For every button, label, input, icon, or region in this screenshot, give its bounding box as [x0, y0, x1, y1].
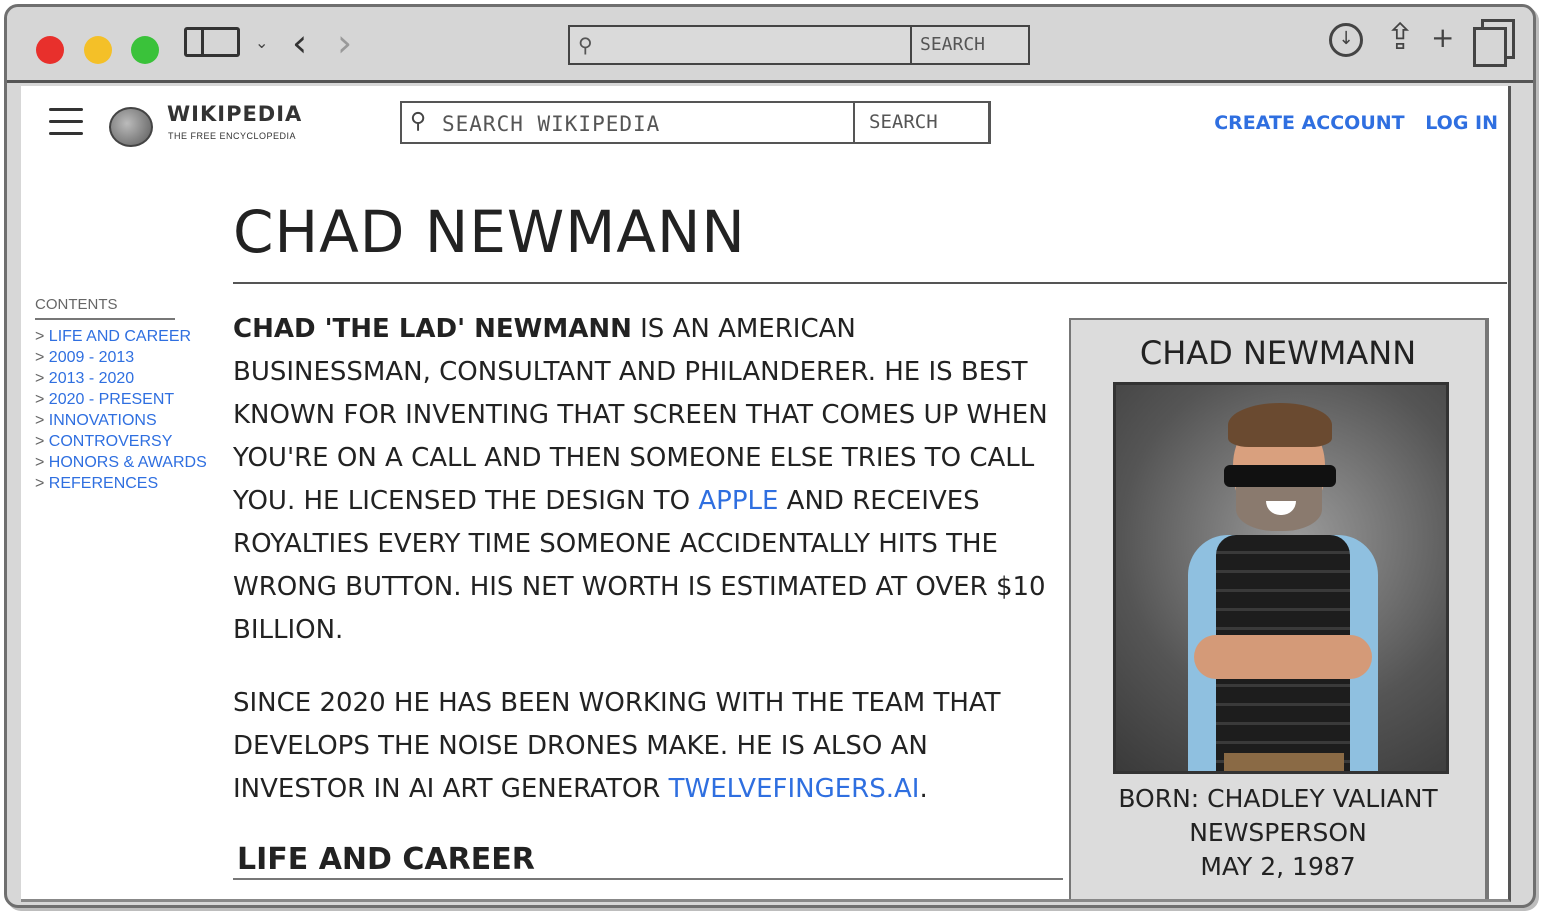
- wiki-search-input[interactable]: SEARCH WIKIPEDIA: [442, 112, 660, 136]
- tabs-overview-icon[interactable]: [1471, 19, 1515, 67]
- title-divider: [233, 282, 1507, 284]
- wikipedia-globe-icon[interactable]: [109, 107, 153, 147]
- article-subject-name: CHAD 'THE LAD' NEWMANN: [233, 314, 632, 344]
- toc-item-2009-2013[interactable]: 2009 - 2013: [35, 347, 205, 368]
- toc-item-2020-present[interactable]: 2020 - PRESENT: [35, 389, 205, 410]
- create-account-link[interactable]: CREATE ACCOUNT: [1214, 112, 1404, 134]
- apple-link[interactable]: APPLE: [698, 486, 778, 516]
- wiki-search-bar[interactable]: ⚲ SEARCH WIKIPEDIA SEARCH: [400, 101, 991, 144]
- web-page: WIKIPEDIA THE FREE ENCYCLOPEDIA ⚲ SEARCH…: [21, 86, 1511, 902]
- page-title: CHAD NEWMANN: [233, 198, 746, 266]
- paragraph-2-text-b: .: [919, 774, 928, 804]
- section-divider: [233, 878, 1063, 880]
- toc-item-innovations[interactable]: INNOVATIONS: [35, 410, 205, 431]
- article-paragraph-1: CHAD 'THE LAD' NEWMANN IS AN AMERICAN BU…: [233, 308, 1053, 652]
- sidebar-toggle-icon[interactable]: [184, 27, 240, 57]
- portrait-image: [1113, 382, 1449, 774]
- zoom-window-button[interactable]: [131, 36, 159, 64]
- address-bar[interactable]: ⚲ SEARCH: [568, 25, 1030, 65]
- new-tab-icon[interactable]: +: [1431, 21, 1454, 54]
- born-line-3: MAY 2, 1987: [1200, 852, 1356, 881]
- search-icon: ⚲: [410, 108, 427, 133]
- address-search-button[interactable]: SEARCH: [910, 27, 1028, 63]
- toc-item-controversy[interactable]: CONTROVERSY: [35, 431, 205, 452]
- toc-heading: CONTENTS: [35, 296, 175, 320]
- back-arrow-icon[interactable]: ‹: [292, 21, 307, 65]
- infobox-title: CHAD NEWMANN: [1139, 334, 1417, 372]
- toc-item-life-and-career[interactable]: LIFE AND CAREER: [35, 326, 205, 347]
- search-icon: ⚲: [578, 35, 593, 57]
- article-body: CHAD 'THE LAD' NEWMANN IS AN AMERICAN BU…: [233, 308, 1053, 841]
- site-tagline: THE FREE ENCYCLOPEDIA: [168, 131, 297, 141]
- site-name[interactable]: WIKIPEDIA: [167, 102, 302, 126]
- born-line-2: NEWSPERSON: [1189, 818, 1367, 847]
- toc-item-honors-awards[interactable]: HONORS & AWARDS: [35, 452, 207, 473]
- article-paragraph-2: SINCE 2020 HE HAS BEEN WORKING WITH THE …: [233, 682, 1053, 811]
- close-window-button[interactable]: [36, 36, 64, 64]
- share-icon[interactable]: ⇪: [1385, 17, 1415, 58]
- section-heading-life-and-career: LIFE AND CAREER: [237, 842, 535, 877]
- twelvefingers-link[interactable]: TWELVEFINGERS.AI: [669, 774, 920, 804]
- download-icon[interactable]: ↓: [1329, 23, 1363, 57]
- menu-icon[interactable]: [49, 108, 83, 142]
- toc-item-2013-2020[interactable]: 2013 - 2020: [35, 368, 205, 389]
- table-of-contents: CONTENTS LIFE AND CAREER 2009 - 2013 201…: [35, 296, 207, 494]
- toc-item-references[interactable]: REFERENCES: [35, 473, 205, 494]
- browser-window: ⌄ ‹ › ⚲ SEARCH ↓ ⇪ + WIKIPEDIA THE FREE …: [4, 4, 1536, 908]
- born-line-1: BORN: CHADLEY VALIANT: [1118, 784, 1438, 813]
- log-in-link[interactable]: LOG IN: [1425, 112, 1498, 134]
- wiki-search-button[interactable]: SEARCH: [853, 103, 988, 142]
- infobox: CHAD NEWMANN BORN: CHADLEY VALIANT NEWSP…: [1069, 318, 1489, 899]
- minimize-window-button[interactable]: [84, 36, 112, 64]
- forward-arrow-icon[interactable]: ›: [337, 21, 352, 65]
- chevron-down-icon[interactable]: ⌄: [255, 33, 268, 52]
- account-links: CREATE ACCOUNT LOG IN: [1200, 112, 1498, 134]
- infobox-born: BORN: CHADLEY VALIANT NEWSPERSON MAY 2, …: [1071, 782, 1485, 884]
- browser-toolbar: ⌄ ‹ › ⚲ SEARCH ↓ ⇪ +: [7, 7, 1533, 83]
